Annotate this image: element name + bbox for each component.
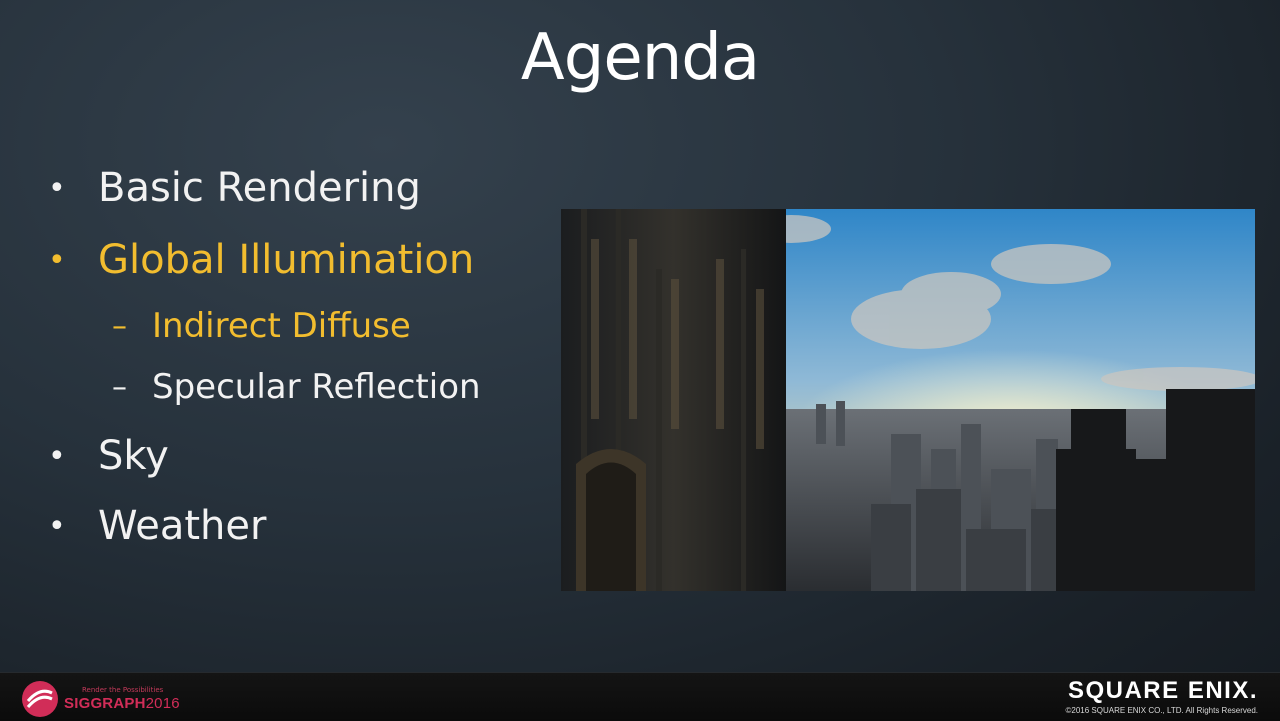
agenda-subitem: – Specular Reflection xyxy=(112,367,481,407)
agenda-subitem-label: Indirect Diffuse xyxy=(152,306,411,346)
agenda-subitem: – Indirect Diffuse xyxy=(112,306,411,346)
dash-marker: – xyxy=(112,369,127,405)
square-enix-name: SQUARE ENIX. xyxy=(1067,677,1258,704)
agenda-item: • Weather xyxy=(48,503,266,549)
bullet-marker: • xyxy=(48,438,66,474)
agenda-item-label: Sky xyxy=(98,433,169,479)
agenda-item: • Sky xyxy=(48,433,169,479)
agenda-item: • Basic Rendering xyxy=(48,165,421,211)
siggraph-year: 2016 xyxy=(145,695,180,712)
agenda-subitem-label: Specular Reflection xyxy=(152,367,481,407)
footer-bar: Render the Possibilities SIGGRAPH2016 SQ… xyxy=(0,672,1280,721)
agenda-list: • Basic Rendering • Global Illumination … xyxy=(0,0,560,600)
siggraph-tagline: Render the Possibilities xyxy=(82,686,164,694)
bullet-marker: • xyxy=(48,170,66,206)
city-skyline-image xyxy=(561,209,1255,591)
siggraph-logo: Render the Possibilities SIGGRAPH2016 xyxy=(20,679,180,719)
agenda-item: • Global Illumination xyxy=(48,237,474,283)
bullet-marker: • xyxy=(48,508,66,544)
dash-marker: – xyxy=(112,308,127,344)
square-enix-logo: SQUARE ENIX. ©2016 SQUARE ENIX CO., LTD.… xyxy=(1066,677,1258,716)
agenda-item-label: Global Illumination xyxy=(98,237,475,283)
siggraph-icon xyxy=(22,681,58,717)
siggraph-name: SIGGRAPH xyxy=(64,695,146,712)
agenda-item-label: Basic Rendering xyxy=(98,165,421,211)
bullet-marker: • xyxy=(48,242,66,278)
agenda-item-label: Weather xyxy=(98,503,267,549)
copyright-text: ©2016 SQUARE ENIX CO., LTD. All Rights R… xyxy=(1065,706,1258,715)
